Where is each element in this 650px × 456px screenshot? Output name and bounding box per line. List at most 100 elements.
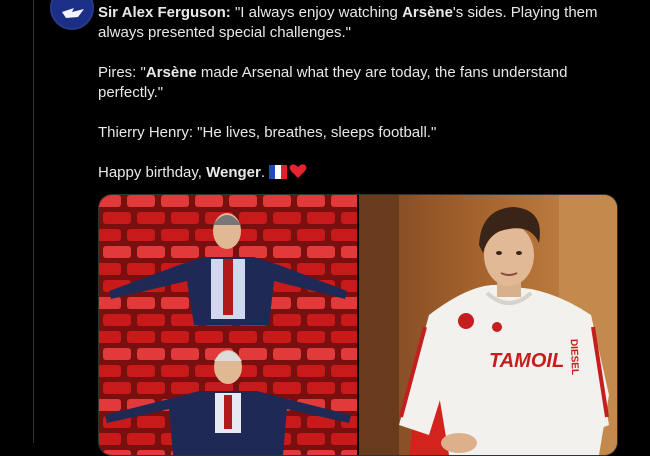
stadium-seat bbox=[137, 246, 165, 258]
shirt-illustration: TAMOIL DIESEL bbox=[359, 195, 617, 455]
stadium-seat bbox=[331, 365, 357, 377]
stadium-seat bbox=[137, 314, 165, 326]
stadium-seat bbox=[161, 331, 189, 343]
stadium-seat bbox=[273, 314, 301, 326]
stadium-seat bbox=[263, 195, 291, 207]
stadium-seat bbox=[171, 212, 199, 224]
stadium-seat bbox=[99, 433, 121, 445]
stadium-seat bbox=[99, 263, 121, 275]
shirt-photo[interactable]: TAMOIL DIESEL bbox=[359, 195, 617, 455]
stadium-seat bbox=[161, 297, 189, 309]
stadium-seat bbox=[297, 433, 325, 445]
stadium-seat bbox=[263, 365, 291, 377]
stadium-seat bbox=[341, 246, 357, 258]
stadium-seat bbox=[127, 331, 155, 343]
stadium-seat bbox=[99, 195, 121, 207]
stadium-seat bbox=[341, 348, 357, 360]
stadium-seat bbox=[263, 229, 291, 241]
text-segment: Happy birthday, bbox=[98, 164, 207, 181]
stadium-seat bbox=[297, 331, 325, 343]
sponsor-logo-icon bbox=[492, 322, 502, 332]
tweet-paragraph: Thierry Henry: "He lives, breathes, slee… bbox=[98, 123, 618, 143]
stadium-seat bbox=[239, 246, 267, 258]
stadium-seat bbox=[239, 348, 267, 360]
stadium-seat bbox=[331, 195, 357, 207]
stadium-seat bbox=[273, 382, 301, 394]
tweet-media-grid[interactable]: TAMOIL DIESEL bbox=[98, 194, 618, 456]
stadium-seat bbox=[99, 331, 121, 343]
stadium-seat bbox=[103, 314, 131, 326]
club-crest-icon bbox=[458, 313, 474, 329]
stadium-seat bbox=[137, 450, 165, 455]
stadium-seat bbox=[297, 229, 325, 241]
stadium-seat bbox=[297, 297, 325, 309]
stadium-seat bbox=[127, 433, 155, 445]
red-stadium-seats-photo[interactable] bbox=[99, 195, 357, 455]
text-segment: Pires: " bbox=[98, 64, 146, 81]
stadium-seat bbox=[297, 365, 325, 377]
stadium-seat bbox=[99, 297, 121, 309]
stadium-seat bbox=[99, 229, 121, 241]
stadium-seat bbox=[341, 212, 357, 224]
stadium-seats-illustration bbox=[99, 195, 357, 455]
text-segment: . bbox=[260, 164, 270, 181]
stadium-seat bbox=[161, 229, 189, 241]
bold-text: Wenger bbox=[206, 164, 261, 181]
stadium-seat bbox=[161, 365, 189, 377]
stadium-seat bbox=[127, 263, 155, 275]
stadium-seat bbox=[103, 212, 131, 224]
stadium-seat bbox=[307, 382, 335, 394]
tweet-paragraph: Pires: "Arsène made Arsenal what they ar… bbox=[98, 63, 618, 103]
stadium-seat bbox=[331, 433, 357, 445]
stadium-seat bbox=[137, 416, 165, 428]
stadium-seat bbox=[103, 348, 131, 360]
stadium-seat bbox=[161, 195, 189, 207]
tweet-paragraph: Happy birthday, Wenger. bbox=[98, 163, 618, 183]
stadium-seat bbox=[103, 450, 131, 455]
red-heart-icon bbox=[289, 163, 307, 179]
text-segment: Thierry Henry: "He lives, breathes, slee… bbox=[98, 124, 437, 141]
tweet-paragraph: Sir Alex Ferguson: "I always enjoy watch… bbox=[98, 3, 618, 43]
stadium-seat bbox=[273, 348, 301, 360]
stadium-seat bbox=[171, 246, 199, 258]
stadium-seat bbox=[341, 450, 357, 455]
shirt-sponsor-text-2: DIESEL bbox=[568, 339, 580, 375]
stadium-seat bbox=[103, 382, 131, 394]
account-avatar[interactable] bbox=[50, 0, 94, 30]
stadium-seat bbox=[103, 246, 131, 258]
bold-text: Sir Alex Ferguson: bbox=[98, 4, 231, 21]
stadium-seat bbox=[99, 365, 121, 377]
stadium-seat bbox=[307, 314, 335, 326]
stadium-seat bbox=[171, 348, 199, 360]
stadium-seat bbox=[297, 195, 325, 207]
flag-france-icon bbox=[269, 165, 288, 179]
stadium-seat bbox=[127, 297, 155, 309]
stadium-seat bbox=[263, 331, 291, 343]
stadium-seat bbox=[341, 314, 357, 326]
stadium-seat bbox=[273, 246, 301, 258]
stadium-seat bbox=[331, 229, 357, 241]
stadium-seat bbox=[229, 195, 257, 207]
stadium-seat bbox=[99, 399, 121, 411]
stadium-seat bbox=[331, 263, 357, 275]
stadium-seat bbox=[307, 212, 335, 224]
stadium-seat bbox=[137, 382, 165, 394]
bold-text: Arsène bbox=[145, 64, 197, 81]
left-gutter bbox=[0, 0, 34, 443]
stadium-seat bbox=[331, 297, 357, 309]
stadium-seat bbox=[127, 365, 155, 377]
stadium-seat bbox=[307, 450, 335, 455]
stadium-seat bbox=[273, 212, 301, 224]
text-segment: "I always enjoy watching bbox=[230, 4, 403, 21]
stadium-seat bbox=[127, 229, 155, 241]
account-avatar-icon bbox=[52, 0, 92, 28]
stadium-seat bbox=[195, 195, 223, 207]
stadium-seat bbox=[297, 263, 325, 275]
stadium-seat bbox=[331, 331, 357, 343]
stadium-seat bbox=[331, 399, 357, 411]
stadium-seat bbox=[137, 348, 165, 360]
stadium-seat bbox=[229, 331, 257, 343]
shirt-sponsor-text: TAMOIL bbox=[489, 350, 564, 372]
timeline-divider-left bbox=[33, 0, 34, 443]
stadium-seat bbox=[307, 348, 335, 360]
